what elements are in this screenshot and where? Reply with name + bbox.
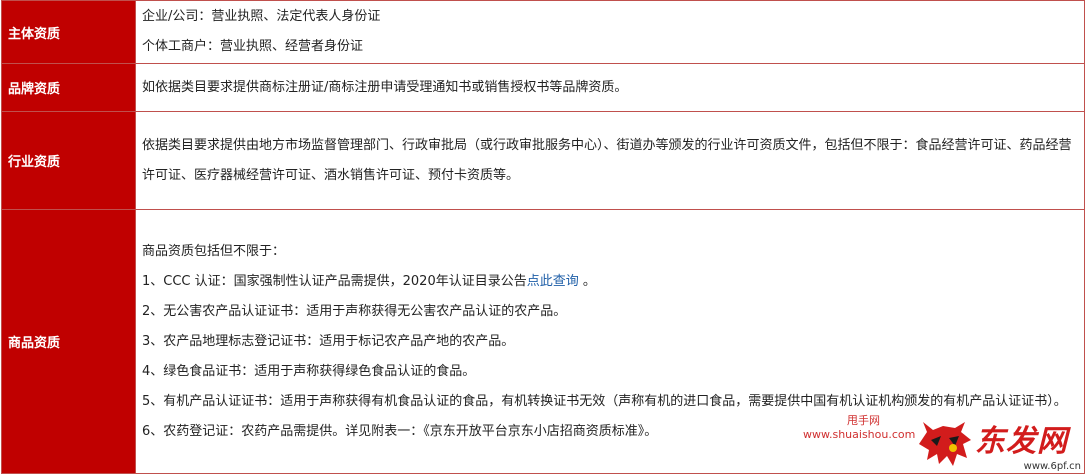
- row-label: 主体资质: [1, 0, 136, 64]
- row-content: 企业/公司：营业执照、法定代表人身份证 个体工商户：营业执照、经营者身份证: [135, 0, 1085, 64]
- watermark: 甩手网 www.shuaishou.com 东发网 www.6pf.cn: [803, 410, 1081, 474]
- table-row: 主体资质 企业/公司：营业执照、法定代表人身份证 个体工商户：营业执照、经营者身…: [1, 0, 1085, 64]
- row-label: 商品资质: [1, 209, 136, 474]
- content-line: 如依据类目要求提供商标注册证/商标注册申请受理通知书或销售授权书等品牌资质。: [142, 79, 628, 95]
- item-text: 。: [578, 273, 596, 289]
- watermark-site-name: 甩手网: [847, 414, 880, 427]
- watermark-brand: 东发网: [975, 424, 1068, 459]
- row-content: 如依据类目要求提供商标注册证/商标注册申请受理通知书或销售授权书等品牌资质。: [135, 63, 1085, 112]
- watermark-site-url: www.shuaishou.com: [803, 428, 916, 441]
- table-row: 品牌资质 如依据类目要求提供商标注册证/商标注册申请受理通知书或销售授权书等品牌…: [1, 63, 1085, 112]
- content-line: 1、CCC 认证：国家强制性认证产品需提供，2020年认证目录公告点此查询 。: [142, 267, 1080, 297]
- bull-logo-icon: [919, 422, 971, 466]
- row-label: 品牌资质: [1, 63, 136, 112]
- content-line: 3、农产品地理标志登记证书：适用于标记农产品产地的农产品。: [142, 333, 515, 349]
- content-line: 2、无公害农产品认证证书：适用于声称获得无公害农产品认证的农产品。: [142, 303, 567, 319]
- qualification-table: 主体资质 企业/公司：营业执照、法定代表人身份证 个体工商户：营业执照、经营者身…: [1, 0, 1085, 474]
- table-row: 行业资质 依据类目要求提供由地方市场监督管理部门、行政审批局（或行政审批服务中心…: [1, 111, 1085, 210]
- content-line: 个体工商户：营业执照、经营者身份证: [142, 39, 364, 54]
- content-line: 4、绿色食品证书：适用于声称获得绿色食品认证的食品。: [142, 363, 476, 379]
- item-text: 1、CCC 认证：国家强制性认证产品需提供，2020年认证目录公告: [142, 273, 527, 289]
- watermark-brand-url: www.6pf.cn: [1023, 461, 1081, 472]
- row-content: 依据类目要求提供由地方市场监督管理部门、行政审批局（或行政审批服务中心）、街道办…: [135, 111, 1085, 210]
- content-line: 商品资质包括但不限于：: [142, 243, 286, 259]
- query-link[interactable]: 点此查询: [527, 274, 579, 289]
- row-label: 行业资质: [1, 111, 136, 210]
- content-line: 企业/公司：营业执照、法定代表人身份证: [142, 9, 381, 24]
- content-paragraph: 依据类目要求提供由地方市场监督管理部门、行政审批局（或行政审批服务中心）、街道办…: [142, 137, 1072, 183]
